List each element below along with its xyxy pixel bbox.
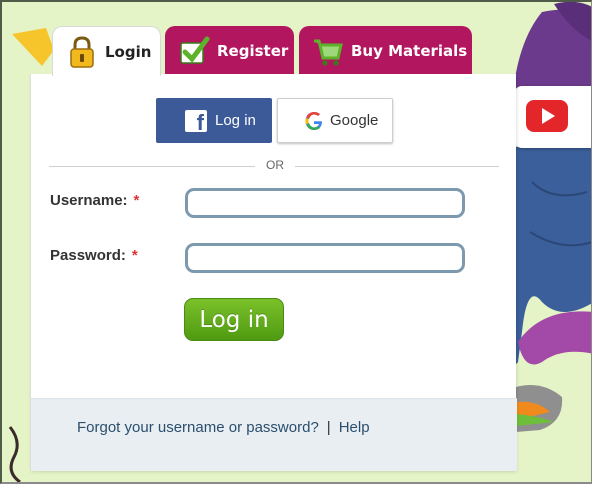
or-divider: OR bbox=[49, 158, 499, 174]
divider-line-right bbox=[295, 166, 499, 167]
username-label: Username: * bbox=[50, 192, 139, 209]
tab-register-label: Register bbox=[217, 42, 289, 60]
page-frame: Login Register Buy Materials f Log in Go… bbox=[0, 0, 592, 484]
tab-login-label: Login bbox=[105, 42, 152, 61]
username-label-text: Username: bbox=[50, 192, 128, 209]
google-icon bbox=[305, 111, 322, 130]
password-input[interactable] bbox=[185, 243, 465, 273]
or-divider-label: OR bbox=[266, 158, 284, 172]
password-required-marker: * bbox=[131, 247, 138, 264]
username-required-marker: * bbox=[133, 192, 140, 209]
password-label-text: Password: bbox=[50, 247, 126, 264]
forgot-credentials-link[interactable]: Forgot your username or password? bbox=[77, 419, 319, 436]
login-panel: f Log in Google OR Username: * Password: *… bbox=[30, 74, 517, 471]
login-submit-button[interactable]: Log in bbox=[184, 298, 284, 341]
footer-separator: | bbox=[326, 419, 331, 436]
facebook-login-button[interactable]: f Log in bbox=[156, 98, 272, 143]
tab-login[interactable]: Login bbox=[52, 26, 161, 76]
tab-buy-materials-label: Buy Materials bbox=[351, 42, 468, 60]
footer-links: Forgot your username or password? | Help bbox=[77, 419, 370, 436]
username-input[interactable] bbox=[185, 188, 465, 218]
tab-buy-materials[interactable]: Buy Materials bbox=[299, 26, 472, 76]
hair-swirl bbox=[8, 426, 21, 482]
youtube-button[interactable] bbox=[514, 86, 591, 148]
password-label: Password: * bbox=[50, 247, 138, 264]
login-footer: Forgot your username or password? | Help bbox=[31, 398, 517, 471]
facebook-login-label: Log in bbox=[215, 112, 256, 129]
google-login-label: Google bbox=[330, 112, 379, 129]
padlock-icon bbox=[70, 35, 94, 68]
yellow-ribbon bbox=[12, 28, 54, 66]
play-icon bbox=[526, 100, 568, 132]
divider-line-left bbox=[49, 166, 255, 167]
character-sleeve bbox=[518, 311, 591, 365]
facebook-icon: f bbox=[185, 109, 207, 133]
google-login-button[interactable]: Google bbox=[277, 98, 393, 143]
shopping-cart-icon bbox=[314, 39, 343, 66]
help-link[interactable]: Help bbox=[339, 419, 370, 436]
tab-register[interactable]: Register bbox=[165, 26, 294, 76]
checkbox-check-icon bbox=[180, 36, 210, 64]
